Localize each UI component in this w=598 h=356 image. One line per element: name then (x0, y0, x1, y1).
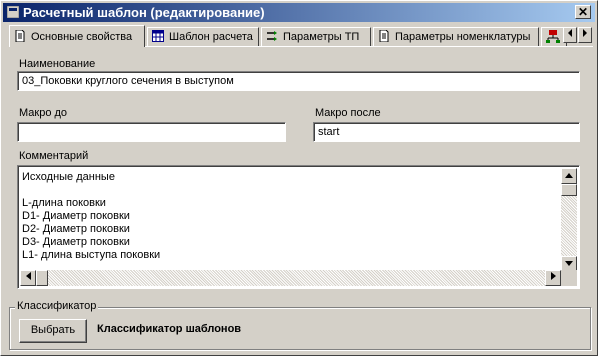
name-label: Наименование (19, 58, 96, 70)
macro-before-label: Макро до (19, 107, 68, 119)
arrow-right-icon (583, 29, 587, 37)
comment-line: D1- Диаметр поковки (22, 210, 130, 222)
scroll-right-button[interactable] (545, 270, 561, 286)
macro-before-field[interactable] (17, 122, 286, 142)
comment-line: Исходные данные (22, 171, 115, 183)
comment-text: Исходные данные L-длина поковки D1- Диам… (22, 171, 160, 262)
arrow-up-icon (565, 173, 573, 178)
comment-line: D2- Диаметр поковки (22, 223, 130, 235)
window-title: Расчетный шаблон (редактирование) (23, 5, 265, 20)
horizontal-scrollbar[interactable] (20, 270, 561, 286)
macro-after-field[interactable]: start (313, 122, 580, 142)
tree-icon (546, 30, 560, 43)
scroll-left-button[interactable] (20, 270, 36, 286)
classifier-value: Классификатор шаблонов (97, 323, 242, 335)
tab-main-properties[interactable]: Основные свойства (9, 25, 145, 47)
tab-label: Шаблон расчета (169, 31, 253, 43)
tab-bar: Основные свойства Шаблон расчета Парамет… (3, 25, 595, 47)
comment-line: L1- длина выступа поковки (22, 249, 161, 261)
arrow-left-icon (25, 272, 31, 280)
arrow-right-icon (550, 272, 556, 280)
tab-nomenclature-parameters[interactable]: Параметры номенклатуры (373, 27, 539, 46)
vertical-scroll-thumb[interactable] (561, 184, 577, 196)
close-button[interactable]: ✕ (575, 5, 591, 19)
select-classifier-button[interactable]: Выбрать (19, 319, 87, 343)
tab-label: Параметры ТП (283, 31, 360, 43)
classifier-group-title: Классификатор (15, 300, 99, 312)
document-list-icon (379, 30, 389, 42)
title-bar: Расчетный шаблон (редактирование) ✕ (3, 3, 595, 22)
comment-label: Комментарий (19, 150, 89, 162)
arrow-left-icon (568, 29, 572, 37)
arrow-down-icon (565, 261, 573, 266)
scroll-up-button[interactable] (561, 168, 577, 184)
tab-scroll-left-button[interactable] (563, 27, 577, 43)
comment-line: D3- Диаметр поковки (22, 236, 130, 248)
name-field[interactable]: 03_Поковки круглого сечения в выступом (17, 71, 580, 91)
tab-label: Параметры номенклатуры (395, 31, 531, 43)
tab-calc-template[interactable]: Шаблон расчета (147, 27, 259, 46)
comment-line: L-длина поковки (22, 197, 106, 209)
grid-icon (152, 30, 164, 42)
tab-tp-parameters[interactable]: Параметры ТП (261, 27, 371, 46)
tab-label: Основные свойства (31, 31, 133, 43)
scroll-corner (561, 270, 577, 286)
tab-scroll-right-button[interactable] (578, 27, 592, 43)
comment-memo[interactable]: Исходные данные L-длина поковки D1- Диам… (17, 165, 580, 289)
document-icon (15, 30, 25, 42)
parameters-icon (267, 31, 277, 41)
comment-line (22, 184, 160, 197)
horizontal-scroll-thumb[interactable] (36, 270, 48, 286)
macro-after-label: Макро после (315, 107, 381, 119)
vertical-scrollbar[interactable] (561, 168, 577, 272)
window-icon (7, 6, 19, 18)
dialog-window: Расчетный шаблон (редактирование) ✕ Осно… (0, 0, 598, 356)
